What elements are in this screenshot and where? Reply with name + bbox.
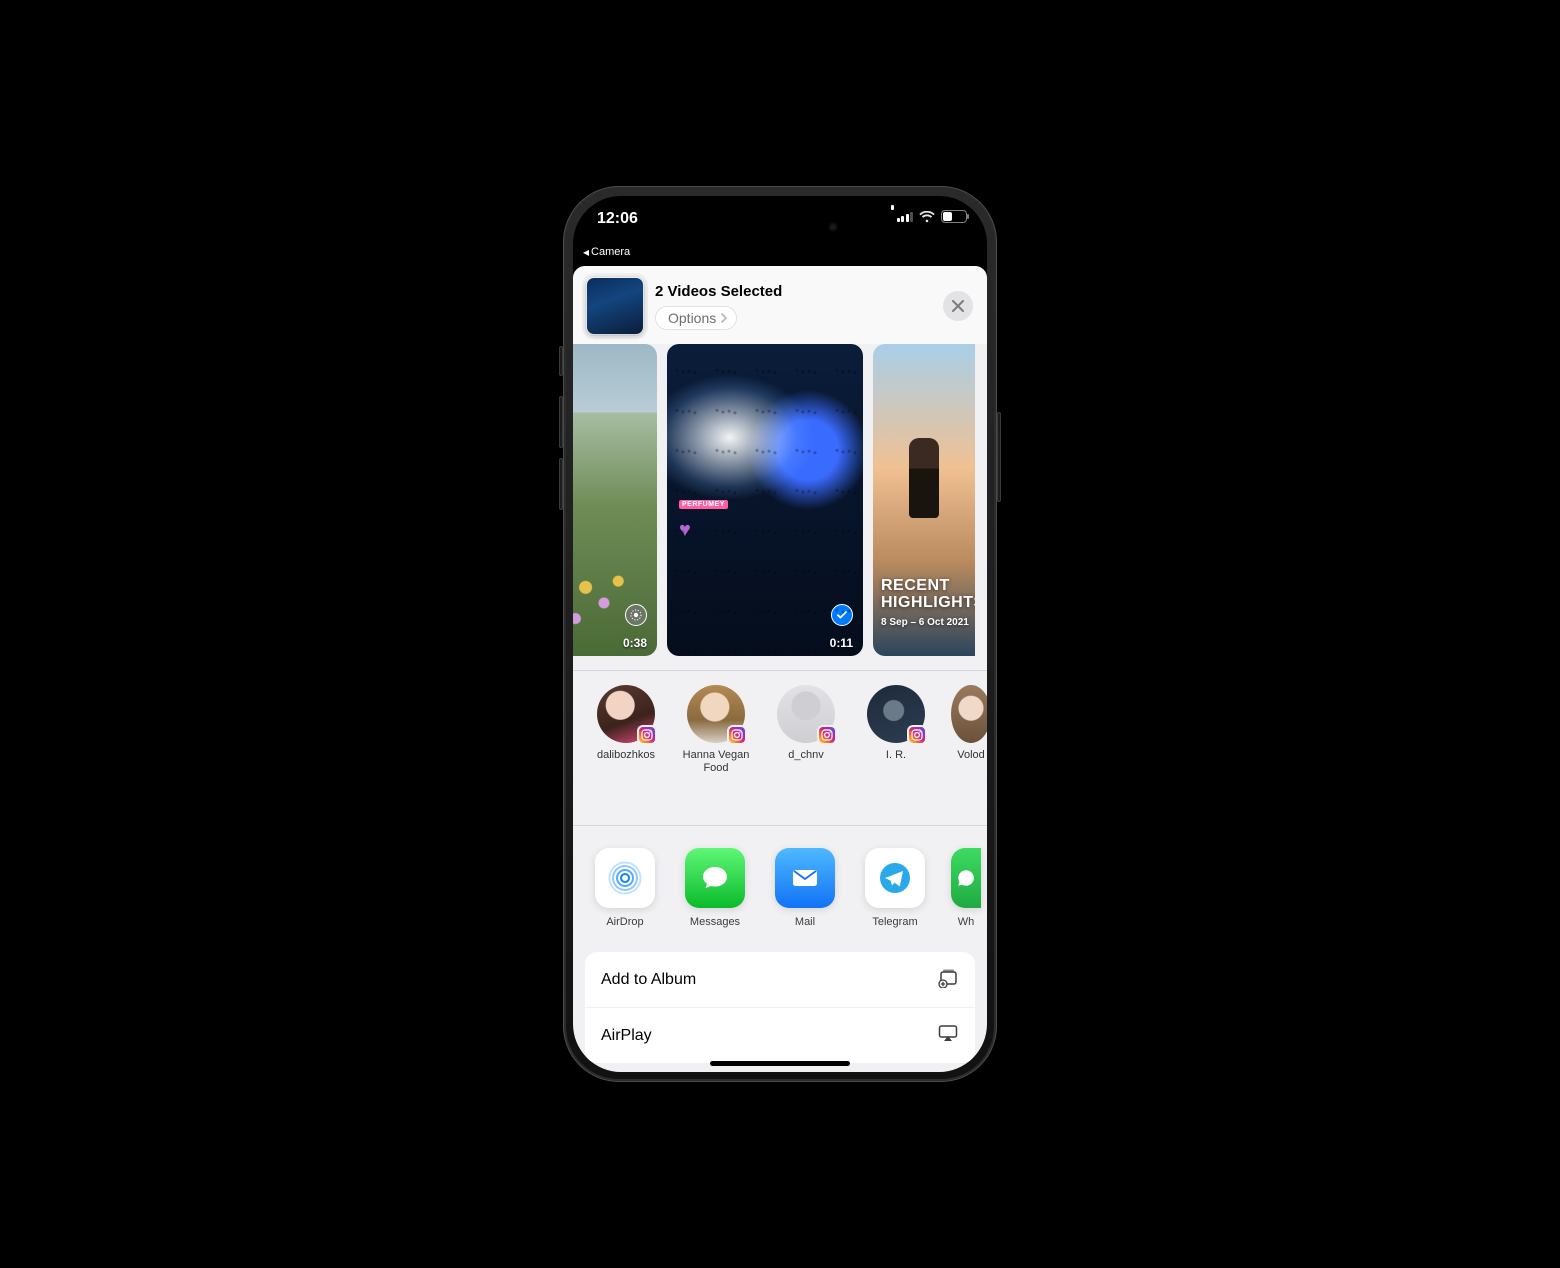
avatar [687,685,745,743]
whatsapp-icon [951,848,981,908]
share-contact[interactable]: Hanna Vegan Food [681,685,751,775]
app-label: AirDrop [606,916,643,928]
action-label: AirPlay [601,1027,652,1045]
share-contacts-row[interactable]: dalibozhkos Hanna Vegan Food d_chnv [573,670,987,789]
media-duration: 0:38 [623,636,647,650]
instagram-badge-icon [637,725,657,745]
heart-icon: ♥ [679,519,691,542]
share-contact[interactable]: dalibozhkos [591,685,661,775]
share-contact[interactable]: I. R. [861,685,931,775]
share-sheet-header: 2 Videos Selected Options [573,266,987,344]
cellular-icon [897,211,914,222]
media-strip[interactable]: 0:38 PERFUMEY ♥ 0:11 RECENT HIGHLIGHTS 8… [573,344,987,668]
contact-name: d_chnv [788,749,823,762]
share-actions-list: Add to Album AirPlay [585,952,975,1063]
contact-name: dalibozhkos [597,749,655,762]
contact-name: Hanna Vegan Food [681,749,751,775]
memory-subtitle: 8 Sep – 6 Oct 2021 [881,617,971,628]
album-add-icon [937,966,959,993]
screen: 12:06 36 ◂ Camera [573,196,987,1072]
mail-icon [775,848,835,908]
share-contact[interactable]: Volod [951,685,987,775]
action-add-to-album[interactable]: Add to Album [585,952,975,1008]
back-to-app-label: Camera [591,246,630,258]
chevron-right-icon [720,310,728,326]
avatar [951,685,987,743]
dynamic-island [714,210,846,244]
media-tile[interactable]: PERFUMEY ♥ 0:11 [667,344,863,656]
action-label: Add to Album [601,971,696,989]
home-indicator[interactable] [710,1061,850,1066]
messages-icon [685,848,745,908]
share-app-messages[interactable]: Messages [681,848,749,928]
power-button[interactable] [997,412,1001,502]
share-app-whatsapp[interactable]: Wh [951,848,981,928]
share-app-airdrop[interactable]: AirDrop [591,848,659,928]
instagram-badge-icon [907,725,927,745]
selected-checkmark-icon [831,604,853,626]
mute-switch[interactable] [559,346,563,376]
share-apps-row[interactable]: AirDrop Messages Mail [573,825,987,938]
share-sheet: 2 Videos Selected Options [573,266,987,1072]
options-button[interactable]: Options [655,306,737,330]
media-duration: 0:11 [830,636,853,650]
front-camera-icon [828,222,838,232]
airdrop-icon [595,848,655,908]
options-label: Options [668,310,716,326]
instagram-badge-icon [727,725,747,745]
contact-name: I. R. [886,749,906,762]
close-button[interactable] [943,291,973,321]
instagram-badge-icon [817,725,837,745]
volume-up-button[interactable] [559,396,563,448]
memory-title: RECENT HIGHLIGHTS [881,578,971,612]
live-photo-icon [625,604,647,626]
avatar [867,685,925,743]
app-label: Messages [690,916,740,928]
share-sheet-title: 2 Videos Selected [655,283,931,300]
contact-name: Volod [957,749,985,762]
volume-down-button[interactable] [559,458,563,510]
share-contact[interactable]: d_chnv [771,685,841,775]
telegram-icon [865,848,925,908]
share-app-mail[interactable]: Mail [771,848,839,928]
app-label: Wh [958,916,975,928]
status-time: 12:06 [597,210,638,228]
phone-frame: 12:06 36 ◂ Camera [563,186,997,1082]
avatar [597,685,655,743]
close-icon [952,300,964,312]
app-label: Telegram [872,916,917,928]
battery-percent: 36 [942,211,966,222]
wifi-icon [919,211,935,223]
airplay-icon [937,1022,959,1049]
app-label: Mail [795,916,815,928]
media-tile[interactable]: 0:38 [573,344,657,656]
sticker-label: PERFUMEY [679,500,728,509]
share-app-telegram[interactable]: Telegram [861,848,929,928]
battery-icon: 36 [941,210,967,223]
selection-thumbnail [587,278,643,334]
avatar [777,685,835,743]
media-tile[interactable]: RECENT HIGHLIGHTS 8 Sep – 6 Oct 2021 [873,344,975,656]
chevron-left-icon: ◂ [583,246,589,258]
action-airplay[interactable]: AirPlay [585,1008,975,1063]
back-to-app[interactable]: ◂ Camera [583,246,630,258]
